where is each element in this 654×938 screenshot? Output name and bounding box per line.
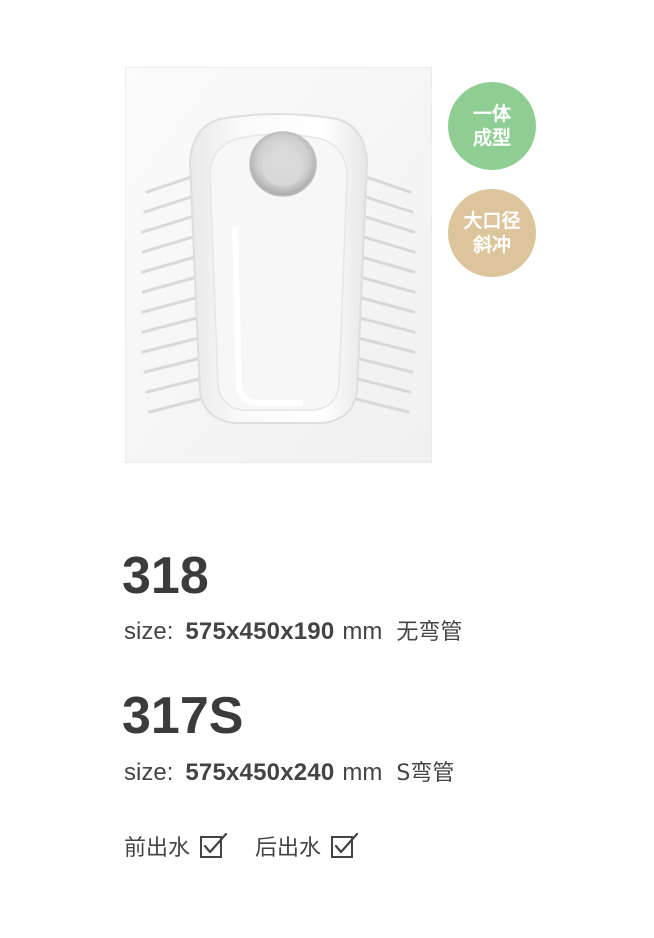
pipe-type-note: 无弯管 xyxy=(396,620,463,645)
size-dimensions: 575x450x240 xyxy=(185,759,335,786)
badge-large-flush-line2: 斜冲 xyxy=(472,234,511,256)
size-unit: mm xyxy=(342,618,383,645)
checkbox-checked-icon xyxy=(199,831,229,861)
size-label: size xyxy=(124,759,167,786)
model-317s-title: 317S xyxy=(122,687,244,745)
badge-one-piece-line2: 成型 xyxy=(472,127,511,149)
outlet-rear-label: 后出水 xyxy=(255,836,322,861)
model-318-title: 318 xyxy=(122,547,209,605)
badge-large-flush-line1: 大口径 xyxy=(463,210,521,232)
badge-one-piece-line1: 一体 xyxy=(472,103,511,125)
size-colon: : xyxy=(166,759,174,786)
badge-one-piece: 一体 成型 xyxy=(448,82,536,170)
squat-toilet-image xyxy=(125,67,432,463)
size-unit: mm xyxy=(342,759,383,786)
pipe-type-note: S弯管 xyxy=(396,761,455,786)
outlet-front: 前出水 xyxy=(124,830,229,862)
size-label: size xyxy=(124,618,167,645)
outlet-front-label: 前出水 xyxy=(124,836,191,861)
badge-large-flush: 大口径 斜冲 xyxy=(448,189,536,277)
model-317s-size: size : 575x450x240 mm S弯管 xyxy=(124,755,455,786)
size-dimensions: 575x450x190 xyxy=(185,618,335,645)
outlet-options: 前出水 后出水 xyxy=(124,828,360,864)
outlet-rear: 后出水 xyxy=(255,830,360,862)
checkbox-checked-icon xyxy=(330,831,360,861)
size-colon: : xyxy=(166,618,174,645)
model-318-size: size : 575x450x190 mm 无弯管 xyxy=(124,614,463,645)
